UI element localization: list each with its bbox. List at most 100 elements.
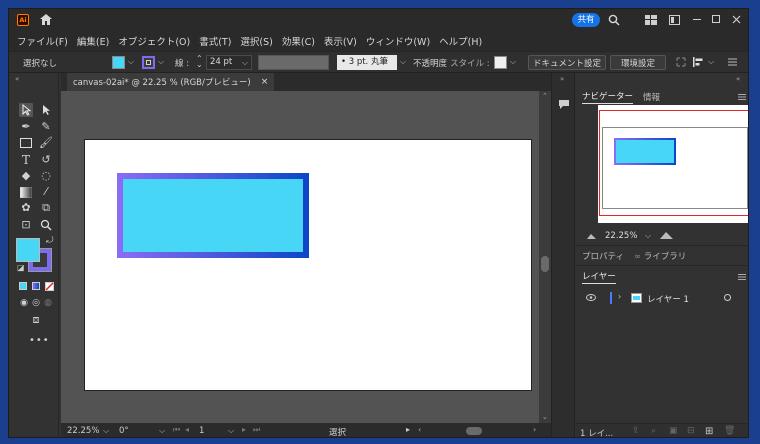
blend-tool-icon[interactable]: ✿ — [19, 201, 33, 215]
layers-menu-icon[interactable] — [738, 274, 746, 280]
tab-layers[interactable]: レイヤー — [582, 270, 616, 284]
fill-swatch-large[interactable] — [16, 238, 40, 262]
curvature-tool-icon[interactable]: ✎ — [39, 120, 53, 134]
vertical-scrollbar[interactable]: ⌃ ⌄ — [539, 91, 551, 423]
preferences-button[interactable]: 環境設定 — [610, 55, 666, 70]
last-artboard-icon[interactable]: ⏭ — [253, 425, 260, 435]
artboard-dropdown-icon[interactable]: ⌵ — [228, 426, 234, 436]
rotation-dropdown-icon[interactable]: ⌵ — [159, 426, 165, 436]
tab-libraries[interactable]: ∞ ライブラリ — [634, 250, 686, 262]
edit-toolbar-icon[interactable]: ••• — [29, 335, 50, 346]
vertical-scroll-thumb[interactable] — [541, 256, 549, 272]
lasso-tool-icon[interactable]: ◌ — [39, 169, 53, 183]
home-icon[interactable] — [39, 13, 53, 26]
gradient-mode-button[interactable] — [32, 282, 40, 290]
menu-select[interactable]: 選択(S) — [240, 34, 272, 48]
menu-window[interactable]: ウィンドウ(W) — [366, 34, 430, 48]
rotate-tool-icon[interactable]: ↺ — [39, 153, 53, 167]
layer-row[interactable]: › レイヤー 1 — [576, 289, 748, 307]
menu-object[interactable]: オブジェクト(O) — [118, 34, 190, 48]
rectangle-tool-icon[interactable] — [20, 138, 32, 148]
stroke-weight-stepper-icon[interactable]: ⌃ ⌄ — [196, 55, 203, 69]
brush-definition[interactable]: • 3 pt. 丸筆 — [337, 55, 397, 70]
comments-icon[interactable] — [558, 99, 570, 110]
zoom-tool-icon[interactable] — [40, 219, 52, 231]
gradient-tool-icon[interactable] — [20, 187, 32, 198]
stroke-swatch[interactable] — [142, 56, 155, 69]
layer-target-icon[interactable] — [724, 294, 731, 301]
zoom-level-field[interactable]: 22.25% — [67, 426, 99, 436]
artboard[interactable] — [84, 139, 532, 391]
horizontal-scroll-thumb[interactable] — [466, 427, 482, 435]
scroll-up-icon[interactable]: ⌃ — [542, 92, 548, 100]
screen-mode-icon[interactable]: ⧈ — [29, 313, 43, 327]
tab-info[interactable]: 情報 — [643, 91, 660, 103]
artboard-number-field[interactable]: 1 — [199, 426, 204, 436]
control-bar-menu-icon[interactable] — [728, 58, 737, 66]
pen-tool-icon[interactable]: ✒ — [19, 120, 33, 134]
visibility-eye-icon[interactable] — [586, 294, 596, 301]
tab-navigator[interactable]: ナビゲーター — [582, 90, 634, 104]
tab-properties[interactable]: プロパティ — [582, 250, 624, 262]
search-icon[interactable] — [608, 14, 620, 26]
locate-object-icon[interactable]: ⌕ — [651, 426, 656, 436]
first-artboard-icon[interactable]: ⏮ — [173, 425, 180, 435]
draw-inside-icon[interactable]: ◍ — [41, 296, 55, 310]
color-mode-button[interactable] — [19, 282, 27, 290]
collect-for-export-icon[interactable]: ⇪ — [632, 426, 640, 436]
navigator-zoom-dropdown-icon[interactable]: ⌵ — [645, 231, 651, 241]
close-tab-icon[interactable]: × — [261, 77, 269, 87]
artboard-tool-icon[interactable]: ⊡ — [19, 218, 33, 232]
type-tool-icon[interactable]: T — [19, 153, 33, 167]
shape-builder-tool-icon[interactable]: ⧉ — [39, 201, 53, 215]
menu-file[interactable]: ファイル(F) — [17, 34, 68, 48]
navigator-preview[interactable] — [598, 105, 748, 223]
zoom-out-mountain-icon[interactable] — [587, 233, 596, 239]
rotation-field[interactable]: 0° — [119, 426, 129, 436]
swap-fill-stroke-icon[interactable]: ⤾ — [46, 236, 54, 246]
layer-expand-chevron-icon[interactable]: › — [618, 292, 621, 301]
align-icon[interactable] — [692, 56, 704, 68]
menu-help[interactable]: ヘルプ(H) — [439, 34, 482, 48]
paintbrush-tool-icon[interactable]: 🖌 — [39, 136, 53, 150]
fill-dropdown-icon[interactable]: ⌵ — [128, 57, 134, 67]
variable-width-profile[interactable] — [258, 55, 329, 70]
next-artboard-icon[interactable]: ▸ — [242, 425, 246, 434]
workspace-layout-icon[interactable] — [645, 15, 657, 25]
tools-collapse-icon[interactable]: « — [15, 75, 19, 83]
transform-icon[interactable] — [676, 57, 686, 67]
clipping-mask-icon[interactable]: ▣ — [669, 426, 678, 436]
stroke-dropdown-icon[interactable]: ⌵ — [158, 57, 164, 67]
scroll-left-icon[interactable]: ‹ — [418, 425, 421, 434]
arrange-documents-icon[interactable] — [669, 15, 680, 25]
scroll-right-icon[interactable]: › — [533, 425, 536, 434]
status-menu-icon[interactable]: ▸ — [406, 425, 410, 434]
navigator-menu-icon[interactable] — [738, 94, 746, 100]
layer-name[interactable]: レイヤー 1 — [647, 293, 689, 305]
previous-artboard-icon[interactable]: ◂ — [185, 425, 189, 434]
brush-dropdown-icon[interactable]: ⌵ — [400, 57, 406, 67]
opacity-label[interactable]: 不透明度 — [413, 57, 447, 69]
graphic-style-swatch[interactable] — [494, 56, 507, 69]
strip-collapse-icon[interactable]: » — [560, 75, 564, 83]
none-mode-button[interactable] — [45, 282, 54, 291]
style-dropdown-icon[interactable]: ⌵ — [510, 57, 516, 67]
new-sublayer-icon[interactable]: ⊟ — [687, 426, 695, 436]
gradient-stroked-rectangle[interactable] — [117, 173, 309, 258]
navigator-zoom-field[interactable]: 22.25% — [605, 231, 637, 241]
eyedropper-tool-icon[interactable]: ⁄ — [39, 185, 53, 199]
scroll-down-icon[interactable]: ⌄ — [542, 413, 548, 421]
zoom-dropdown-icon[interactable]: ⌵ — [103, 426, 109, 436]
document-setup-button[interactable]: ドキュメント設定 — [528, 55, 606, 70]
zoom-in-mountain-icon[interactable] — [660, 231, 673, 239]
delete-layer-icon[interactable]: 🗑 — [724, 426, 735, 436]
close-window-icon[interactable] — [732, 15, 741, 24]
eraser-tool-icon[interactable]: ◆ — [19, 169, 33, 183]
share-button[interactable]: 共有 — [572, 13, 600, 27]
minimize-button[interactable] — [693, 19, 701, 20]
menu-view[interactable]: 表示(V) — [324, 34, 357, 48]
default-fill-stroke-icon[interactable]: ◪ — [17, 263, 25, 272]
selection-tool-icon[interactable] — [19, 103, 33, 117]
stroke-weight-input[interactable]: 24 pt ⌵ — [206, 55, 252, 70]
menu-type[interactable]: 書式(T) — [199, 34, 231, 48]
